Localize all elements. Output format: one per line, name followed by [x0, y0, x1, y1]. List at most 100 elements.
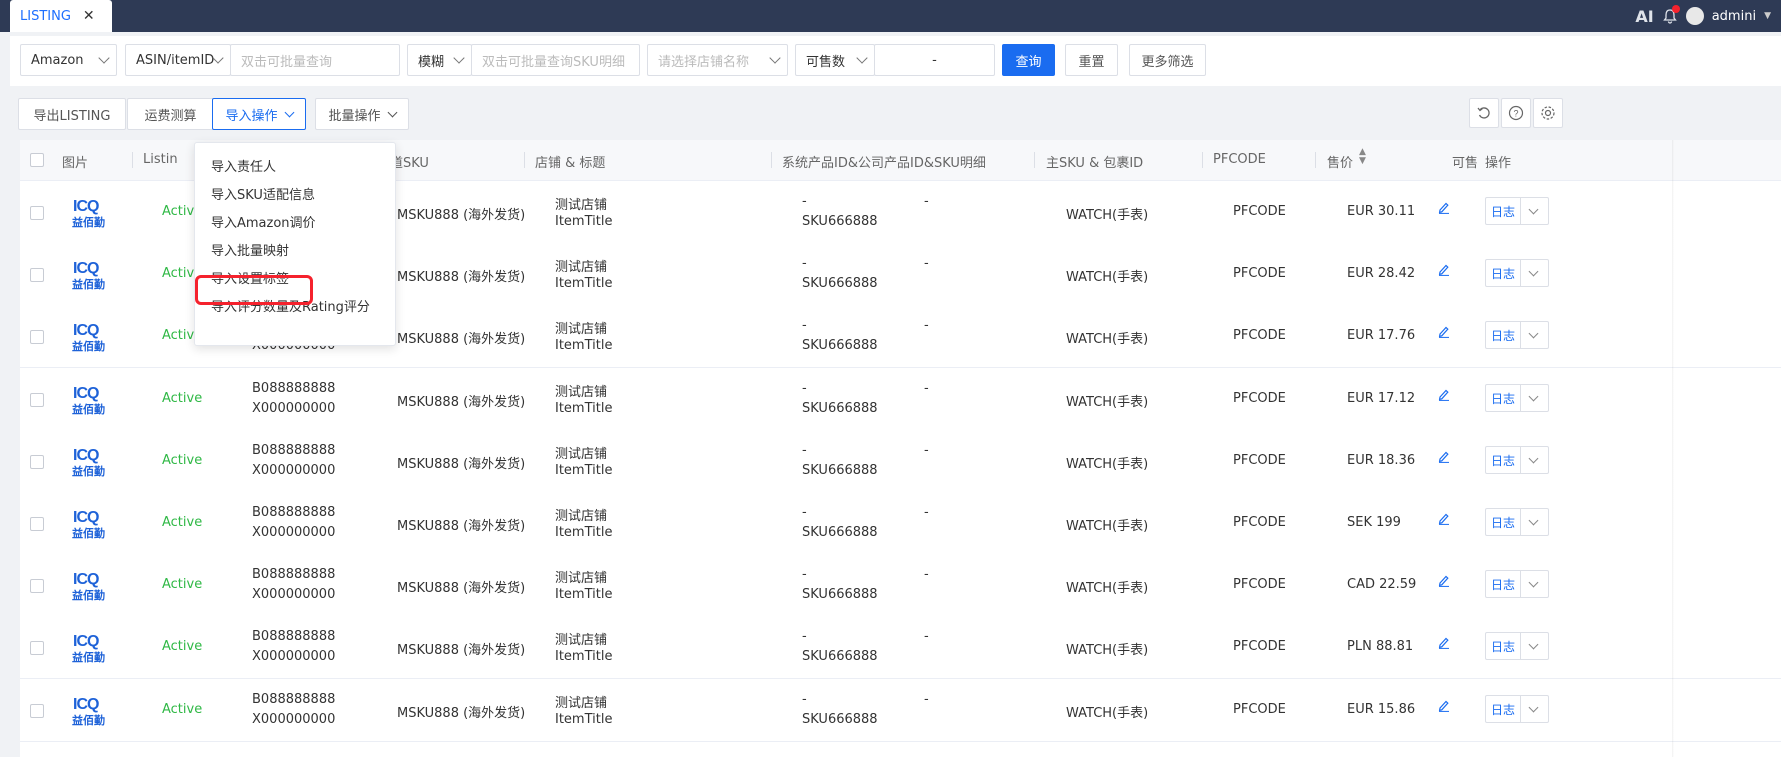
- log-dropdown-chevron-icon[interactable]: [1521, 695, 1549, 723]
- main-sku: WATCH(手表): [1066, 332, 1149, 347]
- row-checkbox[interactable]: [30, 268, 44, 282]
- svg-text:ICQ: ICQ: [73, 385, 99, 402]
- row-checkbox[interactable]: [30, 330, 44, 344]
- table-row[interactable]: ICQ益佰勤 Active B088888888 X000000000 MSKU888 …: [20, 679, 1781, 742]
- batch-ops-button[interactable]: 批量操作: [315, 98, 409, 130]
- avatar[interactable]: [1685, 7, 1704, 25]
- more-filters-button[interactable]: 更多筛选: [1129, 44, 1206, 76]
- bell-icon[interactable]: [1662, 5, 1680, 24]
- store-name: 测试店铺: [555, 260, 608, 275]
- log-button[interactable]: 日志: [1485, 384, 1521, 412]
- log-button[interactable]: 日志: [1485, 508, 1521, 536]
- svg-text:ICQ: ICQ: [73, 260, 99, 277]
- log-dropdown-chevron-icon[interactable]: [1521, 632, 1549, 660]
- import-ops-label: 导入操作: [225, 108, 278, 124]
- reset-button[interactable]: 重置: [1065, 44, 1118, 76]
- log-button[interactable]: 日志: [1485, 197, 1521, 225]
- table-row[interactable]: ICQ益佰勤 Active B088888888 X000000000 MSKU888 …: [20, 554, 1781, 617]
- refresh-icon[interactable]: [1469, 98, 1499, 128]
- edit-pencil-icon[interactable]: [1438, 201, 1450, 218]
- row-checkbox[interactable]: [30, 206, 44, 220]
- row-checkbox[interactable]: [30, 579, 44, 593]
- help-icon[interactable]: ?: [1501, 98, 1531, 128]
- row-checkbox[interactable]: [30, 455, 44, 469]
- store-name: 测试店铺: [555, 571, 608, 586]
- edit-pencil-icon[interactable]: [1438, 636, 1450, 653]
- sku-detail: SKU666888: [802, 712, 878, 727]
- sku-detail: SKU666888: [802, 649, 878, 664]
- table-row[interactable]: ICQ益佰勤 Active B088888888 X000000000 MSKU888 …: [20, 368, 1781, 431]
- main-sku: WATCH(手表): [1066, 270, 1149, 285]
- match-mode-select[interactable]: 模糊: [407, 44, 472, 76]
- log-button[interactable]: 日志: [1485, 695, 1521, 723]
- edit-pencil-icon[interactable]: [1438, 574, 1450, 591]
- sku-search-input[interactable]: 双击可批量查询SKU明细: [471, 44, 640, 76]
- row-checkbox[interactable]: [30, 517, 44, 531]
- table-row[interactable]: ICQ益佰勤 Active B088888888 X000000000 MSKU888 …: [20, 430, 1781, 493]
- table-row[interactable]: ICQ益佰勤 Active B088888888 X000000000 MSKU888 …: [20, 616, 1781, 679]
- gear-icon[interactable]: [1533, 98, 1563, 128]
- table-row[interactable]: ICQ益佰勤 Active B088888888 X000000000 MSKU888 …: [20, 492, 1781, 555]
- row-checkbox[interactable]: [30, 704, 44, 718]
- shipping-calc-button[interactable]: 运费测算: [127, 98, 214, 130]
- import-ops-button[interactable]: 导入操作: [212, 98, 306, 130]
- log-dropdown-chevron-icon[interactable]: [1521, 508, 1549, 536]
- menu-item-import-owner[interactable]: 导入责任人: [211, 156, 276, 175]
- row-checkbox[interactable]: [30, 641, 44, 655]
- menu-item-import-sku-fit[interactable]: 导入SKU适配信息: [211, 184, 315, 203]
- pfcode: PFCODE: [1233, 453, 1286, 468]
- edit-pencil-icon[interactable]: [1438, 450, 1450, 467]
- edit-pencil-icon[interactable]: [1438, 325, 1450, 342]
- filter-bar: Amazon ASIN/itemID 双击可批量查询 模糊 双击可批量查询SKU…: [10, 36, 1781, 86]
- log-dropdown-chevron-icon[interactable]: [1521, 384, 1549, 412]
- menu-item-import-amazon-price[interactable]: 导入Amazon调价: [211, 212, 316, 231]
- tab-listing[interactable]: LISTING ✕: [10, 0, 112, 32]
- tab-label: LISTING: [20, 8, 71, 24]
- id-search-placeholder: 双击可批量查询: [241, 54, 333, 70]
- pfcode: PFCODE: [1233, 639, 1286, 654]
- log-dropdown-chevron-icon[interactable]: [1521, 446, 1549, 474]
- log-dropdown-chevron-icon[interactable]: [1521, 321, 1549, 349]
- product-id: -: [802, 318, 807, 333]
- qty-range-input[interactable]: -: [874, 44, 995, 76]
- log-button[interactable]: 日志: [1485, 321, 1521, 349]
- header-divider: [524, 152, 525, 168]
- qty-type-select[interactable]: 可售数: [795, 44, 875, 76]
- menu-item-import-batch-mapping[interactable]: 导入批量映射: [211, 240, 289, 259]
- product-id: -: [802, 505, 807, 520]
- company-logo: ICQ益佰勤: [72, 322, 105, 353]
- select-all-checkbox[interactable]: [30, 153, 44, 167]
- edit-pencil-icon[interactable]: [1438, 512, 1450, 529]
- store-select[interactable]: 请选择店铺名称: [647, 44, 788, 76]
- sku-detail: SKU666888: [802, 214, 878, 229]
- pfcode: PFCODE: [1233, 515, 1286, 530]
- log-dropdown-chevron-icon[interactable]: [1521, 570, 1549, 598]
- search-button[interactable]: 查询: [1002, 44, 1055, 76]
- company-logo: ICQ益佰勤: [72, 447, 105, 478]
- log-button[interactable]: 日志: [1485, 632, 1521, 660]
- close-icon[interactable]: ✕: [83, 8, 95, 24]
- log-button[interactable]: 日志: [1485, 570, 1521, 598]
- log-dropdown-chevron-icon[interactable]: [1521, 259, 1549, 287]
- notification-dot: [1671, 5, 1680, 13]
- id-type-select[interactable]: ASIN/itemID: [125, 44, 231, 76]
- export-listing-button[interactable]: 导出LISTING: [18, 98, 126, 130]
- ai-icon[interactable]: AI: [1635, 7, 1653, 26]
- edit-pencil-icon[interactable]: [1438, 388, 1450, 405]
- svg-text:ICQ: ICQ: [73, 322, 99, 339]
- log-button[interactable]: 日志: [1485, 259, 1521, 287]
- sort-icon[interactable]: ▲ ▼: [1359, 148, 1366, 166]
- id-search-input[interactable]: 双击可批量查询: [230, 44, 400, 76]
- username[interactable]: admini: [1712, 9, 1756, 24]
- edit-pencil-icon[interactable]: [1438, 699, 1450, 716]
- svg-text:ICQ: ICQ: [73, 447, 99, 464]
- row-checkbox[interactable]: [30, 393, 44, 407]
- log-dropdown-chevron-icon[interactable]: [1521, 197, 1549, 225]
- edit-pencil-icon[interactable]: [1438, 263, 1450, 280]
- price: EUR 28.42: [1347, 266, 1416, 281]
- caret-down-icon[interactable]: ▼: [1764, 11, 1771, 21]
- asin: B088888888: [252, 629, 336, 644]
- chevron-down-icon: [98, 52, 110, 64]
- platform-select[interactable]: Amazon: [20, 44, 117, 76]
- log-button[interactable]: 日志: [1485, 446, 1521, 474]
